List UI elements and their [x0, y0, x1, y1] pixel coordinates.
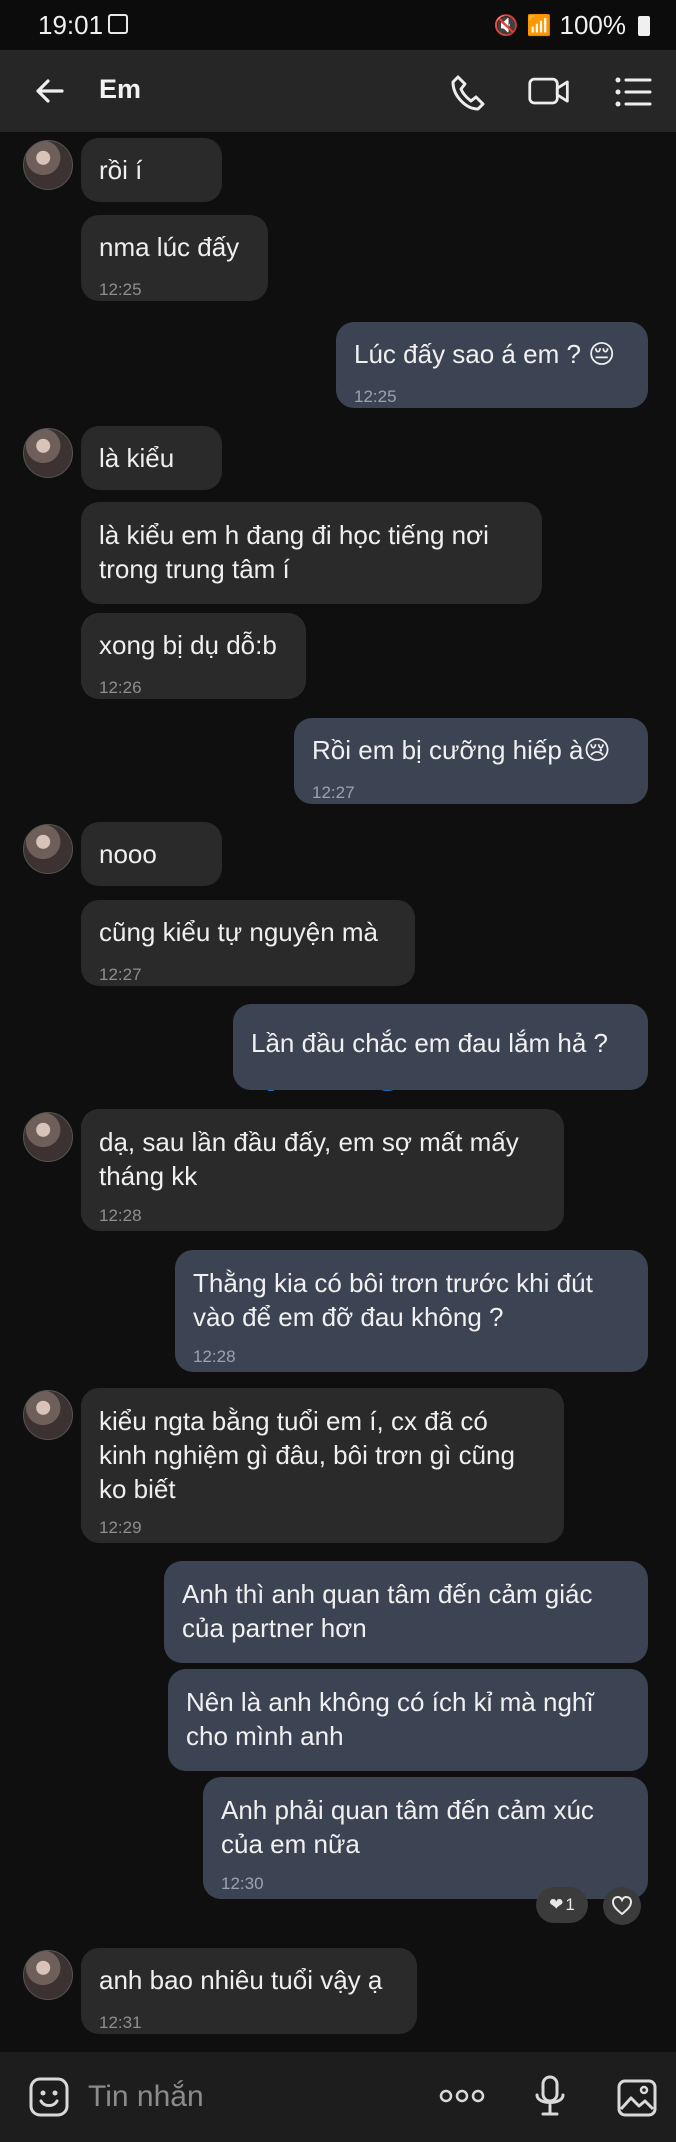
message-bubble[interactable]: Anh phải quan tâm đến cảm xúc của em nữa…: [203, 1777, 648, 1899]
message-text: kiểu ngta bằng tuổi em í, cx đã có kinh …: [99, 1406, 515, 1504]
more-options-icon[interactable]: [438, 2086, 486, 2106]
message-time: 12:28: [99, 1206, 142, 1225]
contact-name[interactable]: Em: [99, 74, 141, 105]
message-text: dạ, sau lần đầu đấy, em sợ mất mấy tháng…: [99, 1127, 519, 1191]
message-time: 12:31: [99, 2013, 142, 2032]
heart-outline-icon: [611, 1896, 633, 1916]
avatar[interactable]: [23, 140, 73, 190]
message-time: 12:25: [99, 280, 142, 299]
message-input[interactable]: Tin nhắn: [88, 2080, 204, 2114]
message-text: là kiểu em h đang đi học tiếng nơi trong…: [99, 520, 489, 584]
avatar[interactable]: [23, 1950, 73, 2000]
message-text: là kiểu: [99, 443, 175, 473]
status-time: 19:01: [38, 10, 104, 40]
mute-icon: 🔇: [493, 15, 519, 37]
message-bubble[interactable]: rồi í: [81, 138, 222, 202]
message-bubble[interactable]: Lần đầu chắc em đau lắm hả ?: [233, 1004, 648, 1090]
message-time: 12:27: [312, 783, 355, 802]
emoji-icon[interactable]: [28, 2076, 70, 2118]
message-bubble[interactable]: dạ, sau lần đầu đấy, em sợ mất mấy tháng…: [81, 1109, 564, 1231]
message-time: 12:26: [99, 678, 142, 697]
message-bubble[interactable]: Lúc đấy sao á em ? 😔 12:25: [336, 322, 648, 408]
status-indicators: 🔇 📶 100%: [494, 10, 650, 41]
message-time: 12:29: [99, 1518, 142, 1537]
phone-call-icon[interactable]: [445, 70, 489, 114]
avatar[interactable]: [23, 428, 73, 478]
message-text: Thằng kia có bôi trơn trước khi đút vào …: [193, 1268, 593, 1332]
message-bubble[interactable]: xong bị dụ dỗ:b 12:26: [81, 613, 306, 699]
image-notification-icon: [108, 14, 128, 34]
message-bubble[interactable]: Anh thì anh quan tâm đến cảm giác của pa…: [164, 1561, 648, 1663]
message-time: 12:28: [193, 1347, 236, 1366]
message-text: nma lúc đấy: [99, 232, 240, 262]
message-bubble[interactable]: Nên là anh không có ích kỉ mà nghĩ cho m…: [168, 1669, 648, 1771]
message-text: Nên là anh không có ích kỉ mà nghĩ cho m…: [186, 1687, 594, 1751]
microphone-icon[interactable]: [533, 2074, 567, 2118]
message-text: Lần đầu chắc em đau lắm hả ?: [251, 1028, 609, 1058]
avatar[interactable]: [23, 1390, 73, 1440]
message-time: 12:27: [99, 965, 142, 984]
back-arrow-icon[interactable]: [30, 72, 68, 110]
message-bubble[interactable]: anh bao nhiêu tuổi vậy ạ 12:31: [81, 1948, 417, 2034]
message-bubble[interactable]: là kiểu em h đang đi học tiếng nơi trong…: [81, 502, 542, 604]
chat-area[interactable]: rồi í nma lúc đấy 12:25 Lúc đấy sao á em…: [0, 132, 676, 2052]
message-text: Anh thì anh quan tâm đến cảm giác của pa…: [182, 1579, 593, 1643]
heart-reaction-icon: ❤: [549, 1895, 564, 1914]
message-text: Rồi em bị cưỡng hiếp à😢: [312, 735, 611, 765]
message-time: 12:25: [354, 387, 397, 406]
battery-label: 100%: [559, 10, 627, 40]
message-text: rồi í: [99, 155, 143, 185]
message-text: Anh phải quan tâm đến cảm xúc của em nữa: [221, 1795, 594, 1859]
chat-header: Em: [0, 50, 676, 132]
menu-list-icon[interactable]: [612, 70, 656, 114]
message-text: anh bao nhiêu tuổi vậy ạ: [99, 1965, 383, 1995]
reaction-chip[interactable]: ❤ 1: [536, 1887, 588, 1923]
video-call-icon[interactable]: [527, 70, 571, 114]
status-bar: 19:01 🔇 📶 100%: [0, 0, 676, 50]
message-bubble[interactable]: Rồi em bị cưỡng hiếp à😢 12:27: [294, 718, 648, 804]
message-bubble[interactable]: cũng kiểu tự nguyện mà 12:27: [81, 900, 415, 986]
message-time: 12:30: [221, 1874, 264, 1893]
avatar[interactable]: [23, 1112, 73, 1162]
gallery-icon[interactable]: [616, 2078, 658, 2118]
message-text: nooo: [99, 839, 157, 869]
message-bubble[interactable]: nooo: [81, 822, 222, 886]
message-bubble[interactable]: kiểu ngta bằng tuổi em í, cx đã có kinh …: [81, 1388, 564, 1543]
message-bubble[interactable]: Thằng kia có bôi trơn trước khi đút vào …: [175, 1250, 648, 1372]
message-bubble[interactable]: là kiểu: [81, 426, 222, 490]
react-heart-button[interactable]: [603, 1887, 641, 1925]
composer-bar: Tin nhắn: [0, 2052, 676, 2142]
avatar[interactable]: [23, 824, 73, 874]
message-text: Lúc đấy sao á em ? 😔: [354, 339, 616, 369]
message-text: cũng kiểu tự nguyện mà: [99, 917, 379, 947]
message-bubble[interactable]: nma lúc đấy 12:25: [81, 215, 268, 301]
message-text: xong bị dụ dỗ:b: [99, 630, 277, 660]
reaction-count: 1: [565, 1895, 575, 1914]
wifi-icon: 📶: [526, 15, 552, 37]
battery-icon: [638, 15, 650, 36]
